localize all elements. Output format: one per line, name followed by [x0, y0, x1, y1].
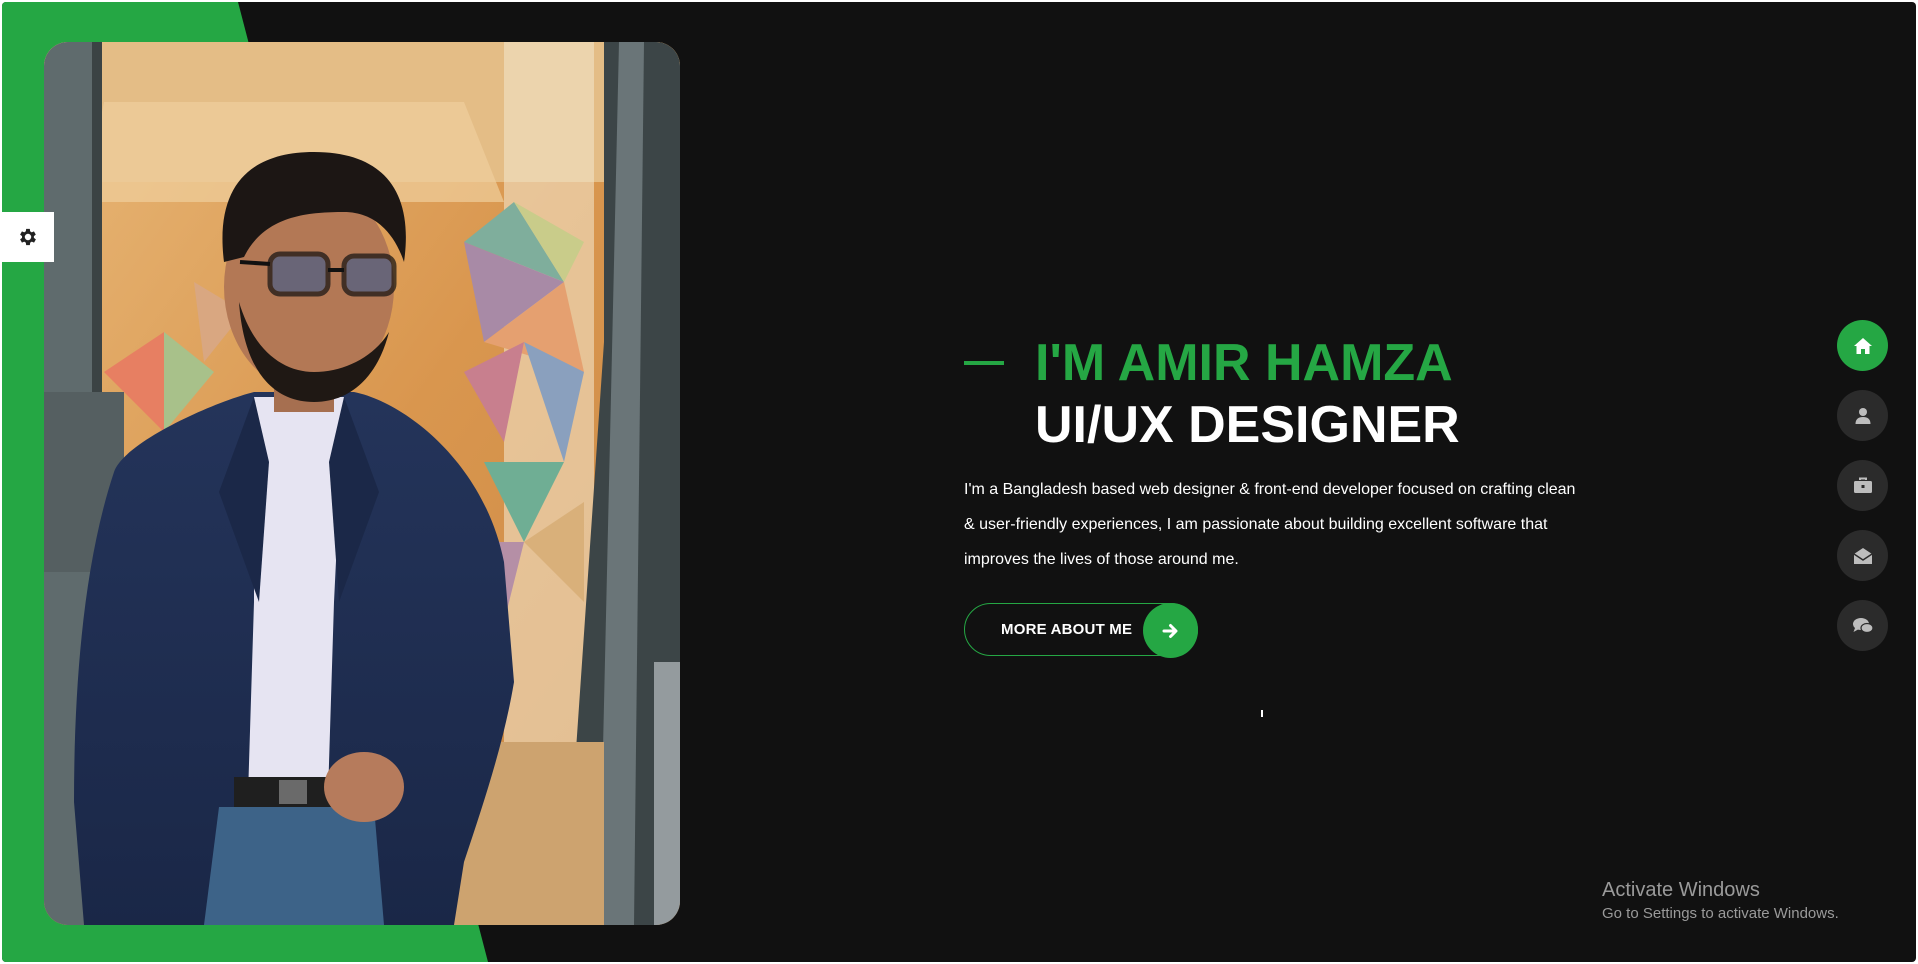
comments-icon — [1852, 617, 1874, 633]
gear-icon — [20, 228, 36, 246]
nav-contact-button[interactable] — [1837, 530, 1888, 581]
more-about-me-button[interactable]: MORE ABOUT ME — [964, 603, 1198, 658]
nav-about-button[interactable] — [1837, 390, 1888, 441]
activation-subtitle: Go to Settings to activate Windows. — [1602, 905, 1839, 922]
hero-description: I'm a Bangladesh based web designer & fr… — [964, 481, 1576, 568]
page-frame: I'M AMIR HAMZA UI/UX DESIGNER I'm a Bang… — [2, 2, 1916, 962]
nav-home-button[interactable] — [1837, 320, 1888, 371]
title-accent-dash — [964, 361, 1004, 365]
hero-name-title: I'M AMIR HAMZA — [1035, 334, 1453, 392]
scroll-indicator — [1261, 710, 1263, 717]
windows-activation-watermark: Activate Windows Go to Settings to activ… — [1602, 878, 1839, 924]
activation-title: Activate Windows — [1602, 879, 1760, 901]
arrow-right-icon — [1143, 603, 1198, 658]
nav-blog-button[interactable] — [1837, 600, 1888, 651]
more-about-me-label: MORE ABOUT ME — [1001, 621, 1133, 638]
settings-toggle[interactable] — [2, 212, 54, 262]
envelope-open-icon — [1853, 547, 1872, 564]
hero-role-title: UI/UX DESIGNER — [1035, 396, 1460, 454]
briefcase-icon — [1853, 477, 1872, 493]
user-icon — [1855, 407, 1870, 424]
nav-portfolio-button[interactable] — [1837, 460, 1888, 511]
home-icon — [1853, 337, 1872, 354]
profile-photo — [44, 42, 680, 925]
